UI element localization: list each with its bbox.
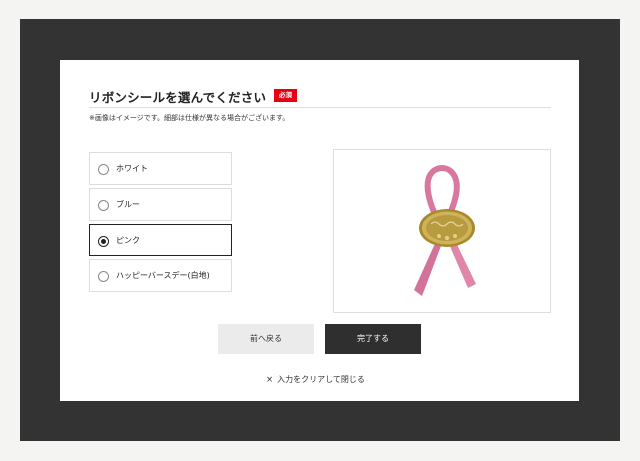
radio-icon[interactable] [98,271,109,282]
required-badge: 必須 [274,89,297,102]
close-icon[interactable]: × [266,375,273,385]
radio-icon[interactable] [98,164,109,175]
radio-selected-icon[interactable] [98,236,109,247]
option-pink[interactable]: ピンク [89,224,232,256]
image-notice: ※画像はイメージです。細部は仕様が異なる場合がございます。 [89,114,290,122]
ribbon-preview [333,149,551,313]
ribbon-seal-modal: リボンシールを選んでください 必須 ※画像はイメージです。細部は仕様が異なる場合… [60,60,579,401]
option-white[interactable]: ホワイト [89,152,232,185]
close-label: 入力をクリアして閉じる [277,375,365,384]
modal-header: リボンシールを選んでください 必須 [89,87,551,108]
option-label: ホワイト [116,164,148,173]
back-button[interactable]: 前へ戻る [218,324,314,354]
option-happy-birthday[interactable]: ハッピーバースデー(白地) [89,259,232,292]
done-button[interactable]: 完了する [325,324,421,354]
pink-ribbon-seal-icon [414,165,476,296]
radio-icon[interactable] [98,200,109,211]
modal-title: リボンシールを選んでください [89,90,267,105]
option-label: ブルー [116,200,140,209]
option-label: ハッピーバースデー(白地) [116,271,210,280]
ribbon-options: ホワイト ブルー ピンク ハッピーバースデー(白地) [89,152,232,295]
option-blue[interactable]: ブルー [89,188,232,221]
option-label: ピンク [116,236,140,245]
clear-and-close-link[interactable]: × 入力をクリアして閉じる [266,374,365,385]
